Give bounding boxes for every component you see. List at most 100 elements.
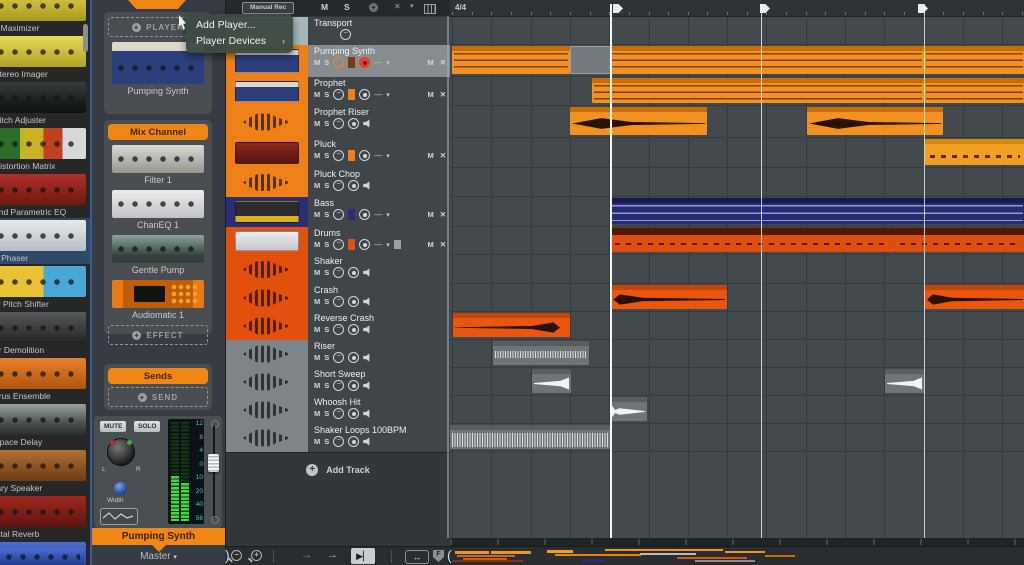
mute-button[interactable]: M <box>314 297 320 306</box>
zoom-out-icon[interactable]: − <box>231 550 242 561</box>
mute-button[interactable]: M <box>314 90 320 99</box>
clip[interactable] <box>532 369 571 393</box>
monitor-button[interactable]: M <box>427 58 433 67</box>
track-color-swatch[interactable] <box>348 209 355 220</box>
solo-button[interactable]: S <box>324 353 329 362</box>
mute-button[interactable]: M <box>314 58 320 67</box>
close-icon[interactable]: ✕ <box>440 90 446 99</box>
record-arm-button[interactable] <box>359 209 370 220</box>
track-header[interactable]: Short SweepMS~ <box>308 368 450 396</box>
loop-range-button[interactable]: ↔ <box>405 550 429 564</box>
solo-button[interactable]: S <box>324 210 329 219</box>
record-arm-button[interactable] <box>359 150 370 161</box>
record-arm-button[interactable] <box>359 89 370 100</box>
solo-button[interactable]: S <box>324 409 329 418</box>
record-arm-button[interactable] <box>348 296 359 307</box>
track-row[interactable]: PluckMS~—▾M✕ <box>226 138 450 169</box>
track-color-swatch[interactable] <box>348 89 355 100</box>
speaker-icon[interactable] <box>363 437 372 446</box>
track-color-block[interactable] <box>226 312 308 340</box>
automation-icon[interactable]: ~ <box>333 267 344 278</box>
automation-icon[interactable]: ~ <box>333 239 344 250</box>
clip[interactable] <box>610 228 895 252</box>
track-color-block[interactable] <box>226 396 308 424</box>
group-icon[interactable] <box>394 240 401 249</box>
plugin-item[interactable]: er Demolition <box>0 310 90 356</box>
clip[interactable] <box>807 107 943 135</box>
track-row[interactable]: Pluck ChopMS~ <box>226 168 450 198</box>
clip[interactable] <box>924 285 1024 309</box>
clip[interactable] <box>885 369 924 393</box>
clip[interactable] <box>924 78 1024 103</box>
track-row[interactable]: CrashMS~ <box>226 284 450 313</box>
jump-arrow-icon[interactable]: → <box>327 549 338 561</box>
chevron-down-icon[interactable]: ▾ <box>386 152 390 160</box>
record-arm-button[interactable] <box>348 324 359 335</box>
track-header[interactable]: Pluck ChopMS~ <box>308 168 450 197</box>
solo-button[interactable]: S <box>324 119 329 128</box>
track-color-block[interactable] <box>226 227 308 255</box>
automation-icon[interactable]: ~ <box>333 324 344 335</box>
clip[interactable] <box>610 285 727 309</box>
panel-collapse-tab[interactable] <box>128 0 186 9</box>
monitor-button[interactable]: M <box>427 210 433 219</box>
add-track-button[interactable]: + Add Track <box>226 458 450 482</box>
track-row[interactable]: Reverse CrashMS~ <box>226 312 450 341</box>
fade-shield-icon[interactable]: F <box>433 550 444 562</box>
zoom-in-icon[interactable]: + <box>251 550 262 561</box>
automation-icon[interactable]: ~ <box>333 118 344 129</box>
marker-flag-icon[interactable] <box>613 4 623 13</box>
arrangement-track-lane[interactable] <box>450 424 1024 452</box>
mute-button[interactable]: MUTE <box>100 421 126 432</box>
arrangement-track-lane[interactable] <box>450 255 1024 284</box>
arrangement-track-lane[interactable] <box>450 77 1024 106</box>
plugin-item[interactable]: orus Ensemble <box>0 356 90 402</box>
track-header[interactable]: Reverse CrashMS~ <box>308 312 450 340</box>
plugin-item[interactable]: Pitch Adjuster <box>0 80 90 126</box>
plugin-item[interactable]: Distortion Matrix <box>0 126 90 172</box>
speaker-icon[interactable] <box>363 381 372 390</box>
manual-rec-button[interactable]: Manual Rec <box>242 2 294 14</box>
fader-mini[interactable]: — <box>374 240 382 249</box>
solo-button[interactable]: S <box>324 381 329 390</box>
record-arm-button[interactable] <box>348 118 359 129</box>
pan-knob[interactable] <box>107 438 135 466</box>
track-header[interactable]: Whoosh HitMS~ <box>308 396 450 424</box>
clip[interactable] <box>610 198 1024 224</box>
fader-mini[interactable]: — <box>374 90 382 99</box>
sends-header[interactable]: Sends <box>108 368 208 384</box>
mute-button[interactable]: M <box>314 181 320 190</box>
marker-flag-icon[interactable] <box>918 4 928 13</box>
automation-icon[interactable]: ~ <box>333 57 344 68</box>
mix-device[interactable]: Audiomatic 1 <box>108 280 208 320</box>
record-arm-button[interactable] <box>348 352 359 363</box>
automation-icon[interactable]: ~ <box>333 408 344 419</box>
close-icon[interactable]: ✕ <box>440 151 446 160</box>
clip[interactable] <box>493 341 589 365</box>
track-row[interactable]: RiserMS~ <box>226 340 450 369</box>
track-header[interactable]: RiserMS~ <box>308 340 450 368</box>
arrangement-track-lane[interactable] <box>450 396 1024 424</box>
fader-mini[interactable]: — <box>374 151 382 160</box>
solo-button[interactable]: S <box>324 90 329 99</box>
fader-mini[interactable]: — <box>374 58 382 67</box>
track-header[interactable]: CrashMS~ <box>308 284 450 312</box>
plugin-item[interactable]: s Maximizer <box>0 0 90 34</box>
arrangement-track-lane[interactable] <box>450 312 1024 340</box>
volume-fader[interactable] <box>208 422 219 522</box>
automation-icon[interactable]: ~ <box>333 209 344 220</box>
track-row[interactable]: Short SweepMS~ <box>226 368 450 397</box>
track-color-swatch[interactable] <box>348 239 355 250</box>
track-color-swatch[interactable] <box>348 150 355 161</box>
solo-button[interactable]: S <box>324 240 329 249</box>
mute-button[interactable]: M <box>314 268 320 277</box>
chevron-down-icon[interactable]: ▾ <box>386 59 390 67</box>
mute-button[interactable]: M <box>314 210 320 219</box>
panel-divider[interactable] <box>447 16 449 538</box>
chevron-down-icon[interactable]: ▾ <box>386 241 390 249</box>
add-send-button[interactable]: + SEND <box>108 387 208 407</box>
mix-device[interactable]: Gentle Pump <box>108 235 208 275</box>
speaker-icon[interactable] <box>363 325 372 334</box>
solo-button[interactable]: S <box>324 325 329 334</box>
mix-channel-header[interactable]: Mix Channel <box>108 124 208 140</box>
